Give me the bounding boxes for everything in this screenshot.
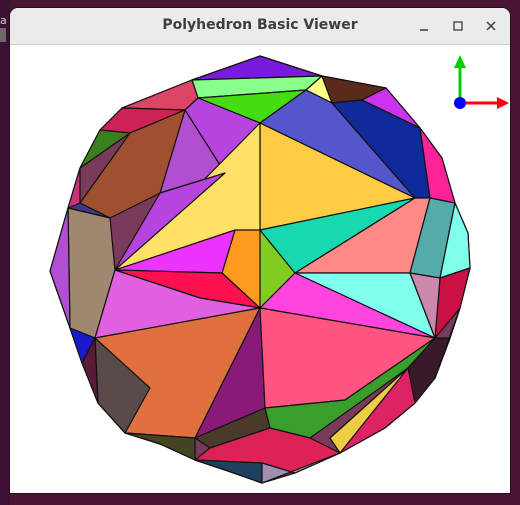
background-window-edge — [0, 28, 6, 42]
maximize-button[interactable] — [449, 17, 467, 35]
window-title: Polyhedron Basic Viewer — [162, 17, 358, 33]
maximize-icon — [453, 21, 463, 31]
x-axis-arrowhead — [497, 97, 509, 109]
title-bar[interactable]: Polyhedron Basic Viewer — [10, 8, 510, 45]
face — [121, 79, 199, 111]
close-icon — [486, 21, 496, 31]
viewer-window: Polyhedron Basic Viewer — [10, 8, 510, 493]
face — [49, 207, 71, 329]
face — [194, 459, 263, 484]
z-axis-point — [454, 97, 466, 109]
desktop-background — [0, 0, 10, 505]
viewer-canvas[interactable] — [10, 45, 510, 493]
background-terminal-text: ar — [0, 14, 8, 27]
polyhedron-render[interactable] — [10, 45, 510, 493]
minimize-button[interactable] — [415, 17, 433, 35]
close-button[interactable] — [482, 17, 500, 35]
y-axis-arrowhead — [454, 55, 466, 68]
minimize-icon — [420, 29, 428, 31]
face — [124, 432, 196, 461]
axis-gizmo — [454, 55, 509, 109]
